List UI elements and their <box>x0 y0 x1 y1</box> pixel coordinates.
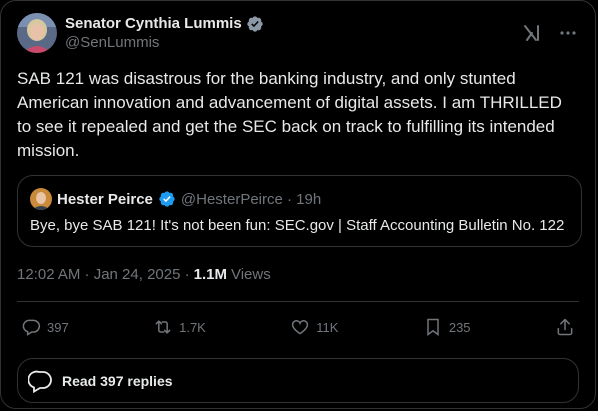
reply-count: 397 <box>47 319 69 335</box>
verified-badge-icon <box>246 15 264 33</box>
tweet-meta: 12:02 AM · Jan 24, 2025 · 1.1M Views <box>17 266 271 283</box>
tweet-timestamp[interactable]: 12:02 AM · Jan 24, 2025 · <box>17 266 190 283</box>
views-label: Views <box>230 266 271 283</box>
author-avatar[interactable] <box>17 13 57 53</box>
author-names: Senator Cynthia Lummis @SenLummis <box>65 14 264 52</box>
bookmark-count: 235 <box>448 319 471 335</box>
repost-icon <box>153 317 173 337</box>
share-button[interactable] <box>555 317 575 337</box>
verified-badge-icon <box>158 190 176 208</box>
tweet-text: SAB 121 was disastrous for the banking i… <box>17 69 562 160</box>
like-count: 11K <box>316 319 339 335</box>
author-handle[interactable]: @SenLummis <box>65 33 264 52</box>
bookmark-button[interactable]: 235 <box>423 317 471 337</box>
like-button[interactable]: 11K <box>290 317 338 337</box>
tweet-card: Senator Cynthia Lummis @SenLummis SAB 12… <box>0 0 596 409</box>
grok-icon[interactable] <box>521 22 543 44</box>
bookmark-icon <box>423 317 443 337</box>
reply-icon <box>21 317 41 337</box>
header-actions <box>521 22 579 44</box>
quoted-author-avatar <box>30 188 52 210</box>
quoted-tweet-text: Bye, bye SAB 121! It's not been fun: SEC… <box>30 217 565 234</box>
replies-bubble-icon <box>28 368 54 394</box>
author-display-name[interactable]: Senator Cynthia Lummis <box>65 14 242 33</box>
reply-button[interactable]: 397 <box>21 317 69 337</box>
repost-count: 1.7K <box>179 319 206 335</box>
read-replies-button[interactable]: Read 397 replies <box>17 358 579 403</box>
repost-button[interactable]: 1.7K <box>153 317 206 337</box>
more-icon[interactable] <box>557 22 579 44</box>
quoted-author-handle-time: @HesterPeirce · 19h <box>180 190 322 208</box>
share-icon <box>555 317 575 337</box>
divider <box>17 301 579 302</box>
action-bar: 397 1.7K 11K 235 <box>21 315 575 339</box>
like-icon <box>290 317 310 337</box>
quoted-tweet-header: Hester Peirce @HesterPeirce · 19h <box>30 188 321 210</box>
quoted-tweet[interactable]: Hester Peirce @HesterPeirce · 19h Bye, b… <box>17 175 582 247</box>
quoted-author-name: Hester Peirce <box>57 190 153 208</box>
read-replies-label: Read 397 replies <box>62 372 173 389</box>
views-count: 1.1M <box>193 266 227 283</box>
tweet-header: Senator Cynthia Lummis @SenLummis <box>17 13 579 53</box>
